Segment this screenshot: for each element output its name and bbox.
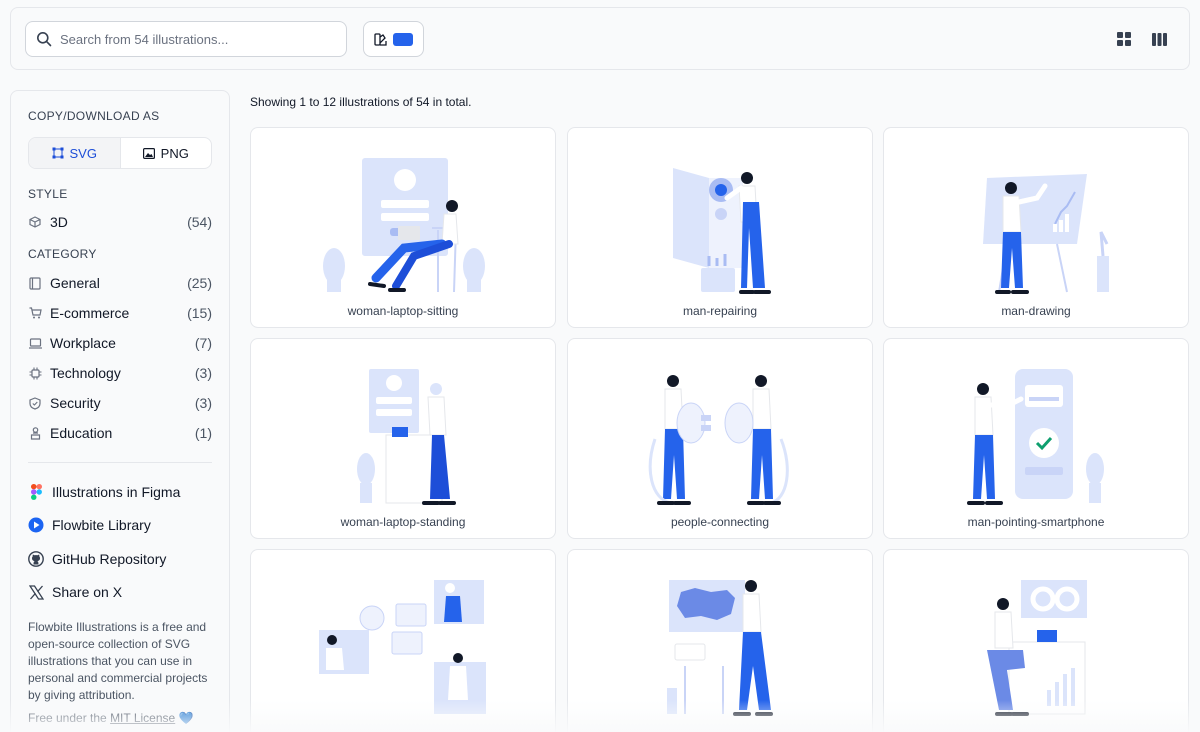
format-png-label: PNG xyxy=(160,145,189,161)
people-connecting-illustration xyxy=(648,375,789,505)
illustration-card-row3-2[interactable] xyxy=(567,549,873,732)
figma-link-label: Illustrations in Figma xyxy=(52,483,181,500)
license-text: Free under the MIT License 💙 xyxy=(28,711,212,725)
mit-license-link[interactable]: MIT License xyxy=(110,711,175,725)
illustration-card-people-connecting[interactable]: people-connecting xyxy=(567,338,873,539)
cart-icon xyxy=(28,306,42,320)
category-item-general[interactable]: General (25) xyxy=(28,268,212,298)
figma-icon xyxy=(28,483,44,500)
illustration-card-man-drawing[interactable]: man-drawing xyxy=(883,127,1189,328)
share-x-label: Share on X xyxy=(52,584,123,601)
x-icon xyxy=(28,584,44,600)
man-repairing-illustration xyxy=(673,168,771,294)
flowbite-library-link[interactable]: Flowbite Library xyxy=(28,509,212,543)
format-svg-button[interactable]: SVG xyxy=(29,138,121,168)
format-toggle: SVG PNG xyxy=(28,137,212,169)
sidebar: COPY/DOWNLOAD AS SVG PNG STYLE 3D (54) C… xyxy=(10,90,230,732)
category-count: (1) xyxy=(194,425,212,441)
sidebar-description: Flowbite Illustrations is a free and ope… xyxy=(28,620,208,702)
graduation-icon xyxy=(28,426,42,440)
category-label: Technology xyxy=(50,365,121,381)
color-swatch xyxy=(393,32,413,46)
license-suffix: 💙 xyxy=(175,711,194,725)
illustration-card-woman-laptop-sitting[interactable]: woman-laptop-sitting xyxy=(250,127,556,328)
grid-view-button[interactable] xyxy=(1115,30,1133,48)
illustration-card-row3-3[interactable] xyxy=(883,549,1189,732)
license-prefix: Free under the xyxy=(28,711,111,725)
woman-laptop-sitting-illustration xyxy=(323,158,485,293)
category-count: (7) xyxy=(194,335,212,351)
category-count: (15) xyxy=(187,305,212,321)
woman-laptop-standing-illustration xyxy=(357,369,456,505)
top-toolbar xyxy=(10,7,1190,70)
chip-icon xyxy=(28,366,42,380)
grid-icon xyxy=(1117,32,1131,46)
category-label: Workplace xyxy=(50,335,116,351)
shield-icon xyxy=(28,396,42,410)
man-pointing-smartphone-illustration xyxy=(967,369,1104,505)
github-icon xyxy=(28,550,44,567)
people-collaborating-illustration xyxy=(319,580,486,714)
image-icon xyxy=(142,147,155,159)
share-x-link[interactable]: Share on X xyxy=(28,576,212,610)
category-label: E-commerce xyxy=(50,305,130,321)
github-link[interactable]: GitHub Repository xyxy=(28,542,212,576)
illustration-card-title: man-drawing xyxy=(1001,304,1071,318)
illustration-card-title: man-repairing xyxy=(682,304,758,318)
category-item-education[interactable]: Education (1) xyxy=(28,418,212,448)
category-label: Education xyxy=(50,425,113,441)
category-item-workplace[interactable]: Workplace (7) xyxy=(28,328,212,358)
vector-icon xyxy=(52,147,64,159)
illustration-card-man-pointing-smartphone[interactable]: man-pointing-smartphone xyxy=(883,338,1189,539)
category-count: (3) xyxy=(194,365,212,381)
flowbite-library-label: Flowbite Library xyxy=(52,517,151,534)
illustration-card-title: man-pointing-smartphone xyxy=(967,515,1105,529)
woman-analytics-illustration xyxy=(987,580,1087,716)
woman-map-illustration xyxy=(667,580,773,716)
category-count: (25) xyxy=(187,275,212,291)
illustration-card-title: woman-laptop-standing xyxy=(340,515,466,529)
columns-icon xyxy=(1151,32,1167,46)
category-label: General xyxy=(50,275,100,291)
illustration-card-row3-1[interactable] xyxy=(250,549,556,732)
category-item-ecommerce[interactable]: E-commerce (15) xyxy=(28,298,212,328)
category-label: Security xyxy=(50,395,101,411)
style-label: 3D xyxy=(50,214,68,230)
category-title: CATEGORY xyxy=(28,247,97,261)
book-icon xyxy=(28,276,42,290)
style-item-3d[interactable]: 3D (54) xyxy=(28,207,212,237)
flowbite-icon xyxy=(28,517,44,533)
illustration-card-title: woman-laptop-sitting xyxy=(347,304,459,318)
style-count: (54) xyxy=(187,214,212,230)
category-item-security[interactable]: Security (3) xyxy=(28,388,212,418)
category-count: (3) xyxy=(194,395,212,411)
category-item-technology[interactable]: Technology (3) xyxy=(28,358,212,388)
search-input[interactable] xyxy=(60,31,330,47)
illustration-card-woman-laptop-standing[interactable]: woman-laptop-standing xyxy=(250,338,556,539)
palette-icon xyxy=(374,32,387,46)
format-svg-label: SVG xyxy=(69,145,97,161)
results-summary: Showing 1 to 12 illustrations of 54 in t… xyxy=(250,95,472,109)
style-title: STYLE xyxy=(28,187,68,201)
github-link-label: GitHub Repository xyxy=(52,550,167,567)
sidebar-divider xyxy=(28,462,212,463)
search-icon xyxy=(37,32,52,47)
search-box[interactable] xyxy=(25,21,347,57)
illustration-card-man-repairing[interactable]: man-repairing xyxy=(567,127,873,328)
cube-icon xyxy=(28,215,42,229)
illustration-card-title: people-connecting xyxy=(670,515,770,529)
color-picker-button[interactable] xyxy=(363,21,424,57)
man-drawing-illustration xyxy=(983,174,1109,294)
figma-link[interactable]: Illustrations in Figma xyxy=(28,475,212,509)
format-png-button[interactable]: PNG xyxy=(121,138,212,168)
laptop-icon xyxy=(28,336,42,350)
copy-download-title: COPY/DOWNLOAD AS xyxy=(28,109,160,123)
columns-view-button[interactable] xyxy=(1150,30,1168,48)
